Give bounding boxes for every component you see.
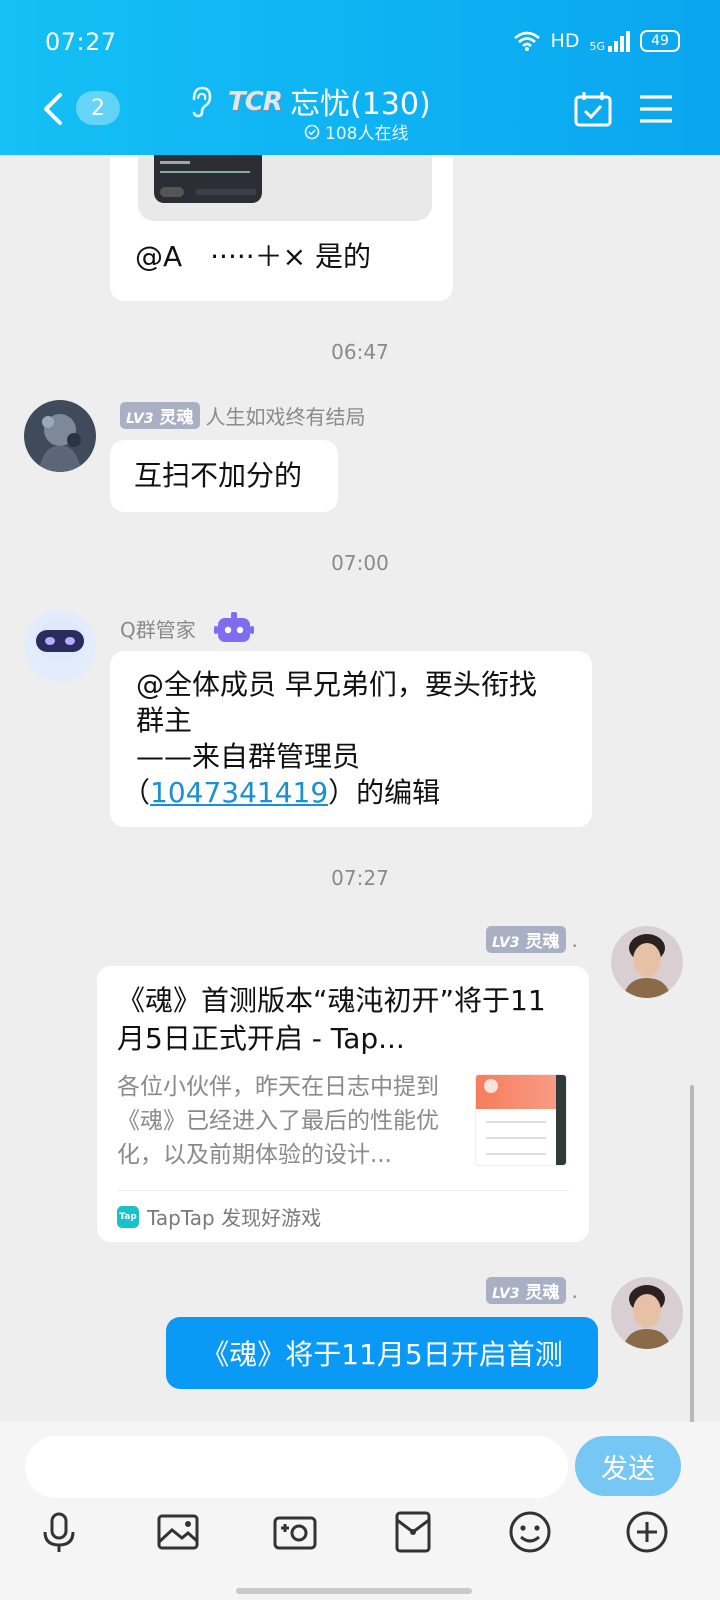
link-card-description: 各位小伙伴，昨天在日志中提到《魂》已经进入了最后的性能优化，以及前期体验的设计.…: [117, 1074, 439, 1168]
group-title: 忘忧(130): [290, 87, 431, 122]
divider: [117, 1190, 569, 1191]
back-arrow-icon[interactable]: [38, 89, 68, 129]
bot-avatar[interactable]: [24, 610, 96, 682]
online-text: 108人在线: [325, 124, 409, 144]
message-text: @A ·····＋× 是的: [135, 240, 372, 273]
paren-open: （: [122, 776, 151, 809]
level-text: LV3: [492, 935, 520, 951]
plus-icon[interactable]: [623, 1508, 671, 1556]
level-title: 灵魂: [159, 408, 194, 428]
emoji-icon[interactable]: [506, 1508, 554, 1556]
link-card-thumbnail: [475, 1074, 567, 1166]
level-text: LV3: [126, 411, 154, 427]
wifi-icon: [513, 31, 540, 51]
signal-label: 5G: [589, 40, 605, 53]
input-toolbar: [0, 1508, 720, 1568]
group-title-area[interactable]: TCR 忘忧(130) 108人在线: [188, 77, 548, 147]
timestamp: 07:00: [331, 551, 389, 575]
message-text-line: ——来自群管理员: [136, 740, 361, 773]
level-tag: LV3 灵魂: [486, 1277, 566, 1304]
red-packet-icon[interactable]: [389, 1508, 437, 1556]
robot-avatar-image: [24, 610, 96, 682]
level-title: 灵魂: [525, 1283, 560, 1303]
self-avatar[interactable]: [611, 1277, 683, 1349]
online-count: 108人在线: [304, 119, 408, 144]
self-sender-info: LV3 灵魂 .: [486, 926, 578, 953]
status-bar: 07:27 HD 5G 49: [0, 0, 720, 80]
message-bubble[interactable]: 互扫不加分的: [110, 440, 338, 512]
avatar-image: [611, 1277, 683, 1349]
screenshot-thumbnail: [154, 155, 262, 203]
level-text: LV3: [492, 1286, 520, 1302]
level-title: 灵魂: [525, 932, 560, 952]
message-text-suffix: ）的编辑: [328, 776, 441, 809]
link-card[interactable]: 《魂》首测版本“魂沌初开”将于11月5日正式开启 - Tap... 各位小伙伴，…: [97, 966, 589, 1242]
message-text-line: @全体成员 早兄弟们，要头衔找: [136, 668, 537, 701]
robot-icon: [213, 612, 254, 642]
menu-icon[interactable]: [638, 93, 674, 125]
avatar[interactable]: [24, 400, 96, 472]
sender-name: Q群管家: [120, 617, 196, 642]
message-text: 互扫不加分的: [134, 459, 303, 492]
group-logo: TCR: [228, 87, 283, 117]
timestamp: 07:27: [331, 866, 389, 890]
sender-name: .: [571, 1278, 578, 1303]
level-tag: LV3 灵魂: [120, 402, 200, 429]
check-circle-icon: [304, 124, 320, 139]
message-list[interactable]: @A ·····＋× 是的 06:47 LV3 灵魂 人生如戏终有结局 互扫不加…: [0, 155, 720, 1425]
battery-icon: 49: [640, 30, 680, 52]
level-tag: LV3 灵魂: [486, 926, 566, 953]
message-bubble[interactable]: @A ·····＋× 是的: [110, 155, 453, 301]
sender-info: Q群管家: [120, 612, 254, 644]
link-card-title: 《魂》首测版本“魂沌初开”将于11月5日正式开启 - Tap...: [117, 984, 546, 1055]
timestamp: 06:47: [331, 340, 389, 364]
qq-number-link[interactable]: 1047341419: [150, 776, 328, 809]
self-message-bubble[interactable]: 《魂》将于11月5日开启首测: [166, 1317, 598, 1389]
self-avatar[interactable]: [611, 926, 683, 998]
signal-icon: 5G: [589, 30, 630, 52]
avatar-image: [611, 926, 683, 998]
taptap-icon: Tap: [117, 1205, 139, 1228]
quoted-image[interactable]: [138, 155, 432, 221]
message-text-line: 群主: [136, 704, 193, 737]
image-icon[interactable]: [154, 1508, 202, 1556]
sender-name: .: [571, 927, 578, 952]
calendar-check-icon[interactable]: [574, 91, 612, 127]
network-type: HD: [550, 30, 580, 52]
input-panel: 发送: [0, 1422, 720, 1600]
link-card-source: Tap TapTap 发现好游戏: [117, 1202, 321, 1231]
self-sender-info: LV3 灵魂 .: [486, 1277, 578, 1304]
message-bubble[interactable]: @全体成员 早兄弟们，要头衔找 群主 ——来自群管理员 （1047341419）…: [110, 651, 592, 827]
home-indicator[interactable]: [236, 1588, 472, 1594]
status-icons: HD 5G 49: [513, 30, 680, 52]
message-input[interactable]: [25, 1436, 568, 1498]
message-text: 《魂》将于11月5日开启首测: [201, 1338, 563, 1371]
send-button[interactable]: 发送: [575, 1436, 681, 1496]
source-name: TapTap 发现好游戏: [147, 1206, 322, 1230]
nav-bar: 2 TCR 忘忧(130) 108人在线: [0, 75, 720, 155]
chat-header: 07:27 HD 5G 49 2 TCR 忘忧(130) 108人在线: [0, 0, 720, 155]
ear-icon: [192, 86, 212, 118]
unread-count-badge[interactable]: 2: [76, 91, 120, 125]
camera-icon[interactable]: [271, 1508, 319, 1556]
scrollbar[interactable]: [690, 1085, 694, 1425]
avatar-image: [24, 400, 96, 472]
sender-name: 人生如戏终有结局: [205, 405, 366, 429]
status-time: 07:27: [45, 28, 117, 56]
voice-icon[interactable]: [35, 1508, 83, 1556]
sender-info: LV3 灵魂 人生如戏终有结局: [120, 401, 366, 430]
message-text-line: （1047341419）的编辑: [122, 775, 566, 811]
